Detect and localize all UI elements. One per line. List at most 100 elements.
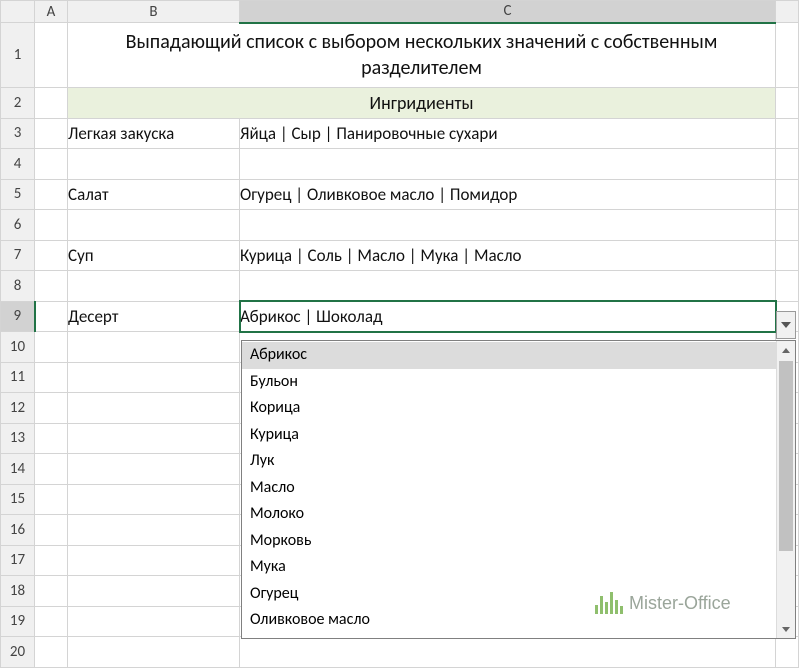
cell-a20[interactable]	[35, 637, 68, 668]
row-header-6[interactable]: 6	[1, 210, 35, 241]
cell-d2[interactable]	[776, 88, 799, 119]
cell-a19[interactable]	[35, 606, 68, 637]
row-header-10[interactable]: 10	[1, 332, 35, 363]
cell-b15[interactable]	[68, 484, 240, 515]
col-header-a[interactable]: A	[35, 1, 68, 23]
chevron-down-icon	[781, 322, 791, 328]
cell-a1[interactable]	[35, 23, 68, 88]
cell-b18[interactable]	[68, 576, 240, 607]
cell-a16[interactable]	[35, 515, 68, 546]
cell-b3[interactable]: Легкая закуска	[68, 118, 240, 149]
cell-b8[interactable]	[68, 271, 240, 302]
row-header-11[interactable]: 11	[1, 362, 35, 393]
cell-c4[interactable]	[240, 149, 776, 180]
dropdown-item[interactable]: Орехи	[242, 634, 776, 639]
row-header-3[interactable]: 3	[1, 118, 35, 149]
row-header-17[interactable]: 17	[1, 545, 35, 576]
cell-a8[interactable]	[35, 271, 68, 302]
cell-c8[interactable]	[240, 271, 776, 302]
dropdown-item[interactable]: Лук	[242, 448, 776, 475]
cell-a10[interactable]	[35, 332, 68, 363]
scroll-thumb[interactable]	[779, 361, 793, 551]
cell-a6[interactable]	[35, 210, 68, 241]
cell-d7[interactable]	[776, 240, 799, 271]
dropdown-item[interactable]: Масло	[242, 475, 776, 502]
cell-b17[interactable]	[68, 545, 240, 576]
cell-d4[interactable]	[776, 149, 799, 180]
cell-d8[interactable]	[776, 271, 799, 302]
row-header-19[interactable]: 19	[1, 606, 35, 637]
cell-b7[interactable]: Суп	[68, 240, 240, 271]
cell-d6[interactable]	[776, 210, 799, 241]
cell-a12[interactable]	[35, 393, 68, 424]
cell-d1[interactable]	[776, 23, 799, 88]
select-all-corner[interactable]	[1, 1, 35, 23]
cell-a18[interactable]	[35, 576, 68, 607]
ingredients-header[interactable]: Ингридиенты	[68, 88, 776, 119]
row-header-7[interactable]: 7	[1, 240, 35, 271]
cell-c9-active[interactable]: Абрикос | Шоколад	[240, 301, 776, 332]
col-header-b[interactable]: B	[68, 1, 240, 23]
cell-b11[interactable]	[68, 362, 240, 393]
cell-a4[interactable]	[35, 149, 68, 180]
scroll-down-icon[interactable]	[777, 620, 795, 638]
row-header-5[interactable]: 5	[1, 179, 35, 210]
cell-a3[interactable]	[35, 118, 68, 149]
col-header-extra[interactable]	[776, 1, 799, 23]
cell-c7[interactable]: Курица | Соль | Масло | Мука | Масло	[240, 240, 776, 271]
cell-a15[interactable]	[35, 484, 68, 515]
cell-a13[interactable]	[35, 423, 68, 454]
dropdown-item[interactable]: Бульон	[242, 369, 776, 396]
cell-b16[interactable]	[68, 515, 240, 546]
cell-a17[interactable]	[35, 545, 68, 576]
dropdown-button[interactable]	[776, 311, 796, 339]
title-cell[interactable]: Выпадающий список с выбором нескольких з…	[68, 23, 776, 88]
dropdown-item[interactable]: Морковь	[242, 528, 776, 555]
cell-b14[interactable]	[68, 454, 240, 485]
dropdown-scrollbar[interactable]	[776, 341, 795, 638]
cell-b20[interactable]	[68, 637, 240, 668]
row-header-13[interactable]: 13	[1, 423, 35, 454]
cell-c6[interactable]	[240, 210, 776, 241]
scroll-up-icon[interactable]	[777, 341, 795, 359]
row-header-12[interactable]: 12	[1, 393, 35, 424]
dropdown-item[interactable]: Молоко	[242, 501, 776, 528]
cell-a2[interactable]	[35, 88, 68, 119]
cell-d20[interactable]	[776, 637, 799, 668]
cell-d5[interactable]	[776, 179, 799, 210]
cell-b5[interactable]: Салат	[68, 179, 240, 210]
row-header-18[interactable]: 18	[1, 576, 35, 607]
watermark-text: Mister-Office	[629, 593, 731, 614]
cell-b19[interactable]	[68, 606, 240, 637]
row-header-2[interactable]: 2	[1, 88, 35, 119]
cell-c5[interactable]: Огурец | Оливковое масло | Помидор	[240, 179, 776, 210]
dropdown-item[interactable]: Мука	[242, 554, 776, 581]
cell-a14[interactable]	[35, 454, 68, 485]
row-header-20[interactable]: 20	[1, 637, 35, 668]
cell-b9[interactable]: Десерт	[68, 301, 240, 332]
cell-b6[interactable]	[68, 210, 240, 241]
watermark: Mister-Office	[595, 592, 731, 614]
cell-a7[interactable]	[35, 240, 68, 271]
cell-b12[interactable]	[68, 393, 240, 424]
cell-b10[interactable]	[68, 332, 240, 363]
row-header-1[interactable]: 1	[1, 23, 35, 88]
cell-b13[interactable]	[68, 423, 240, 454]
cell-a9[interactable]	[35, 301, 68, 332]
cell-a11[interactable]	[35, 362, 68, 393]
cell-a5[interactable]	[35, 179, 68, 210]
dropdown-item[interactable]: Корица	[242, 395, 776, 422]
row-header-14[interactable]: 14	[1, 454, 35, 485]
col-header-c[interactable]: C	[240, 1, 776, 23]
cell-b4[interactable]	[68, 149, 240, 180]
dropdown-item[interactable]: Абрикос	[242, 342, 776, 369]
row-header-15[interactable]: 15	[1, 484, 35, 515]
cell-d3[interactable]	[776, 118, 799, 149]
row-header-4[interactable]: 4	[1, 149, 35, 180]
row-header-8[interactable]: 8	[1, 271, 35, 302]
row-header-9[interactable]: 9	[1, 301, 35, 332]
dropdown-item[interactable]: Курица	[242, 422, 776, 449]
cell-c20[interactable]	[240, 637, 776, 668]
row-header-16[interactable]: 16	[1, 515, 35, 546]
cell-c3[interactable]: Яйца | Сыр | Панировочные сухари	[240, 118, 776, 149]
